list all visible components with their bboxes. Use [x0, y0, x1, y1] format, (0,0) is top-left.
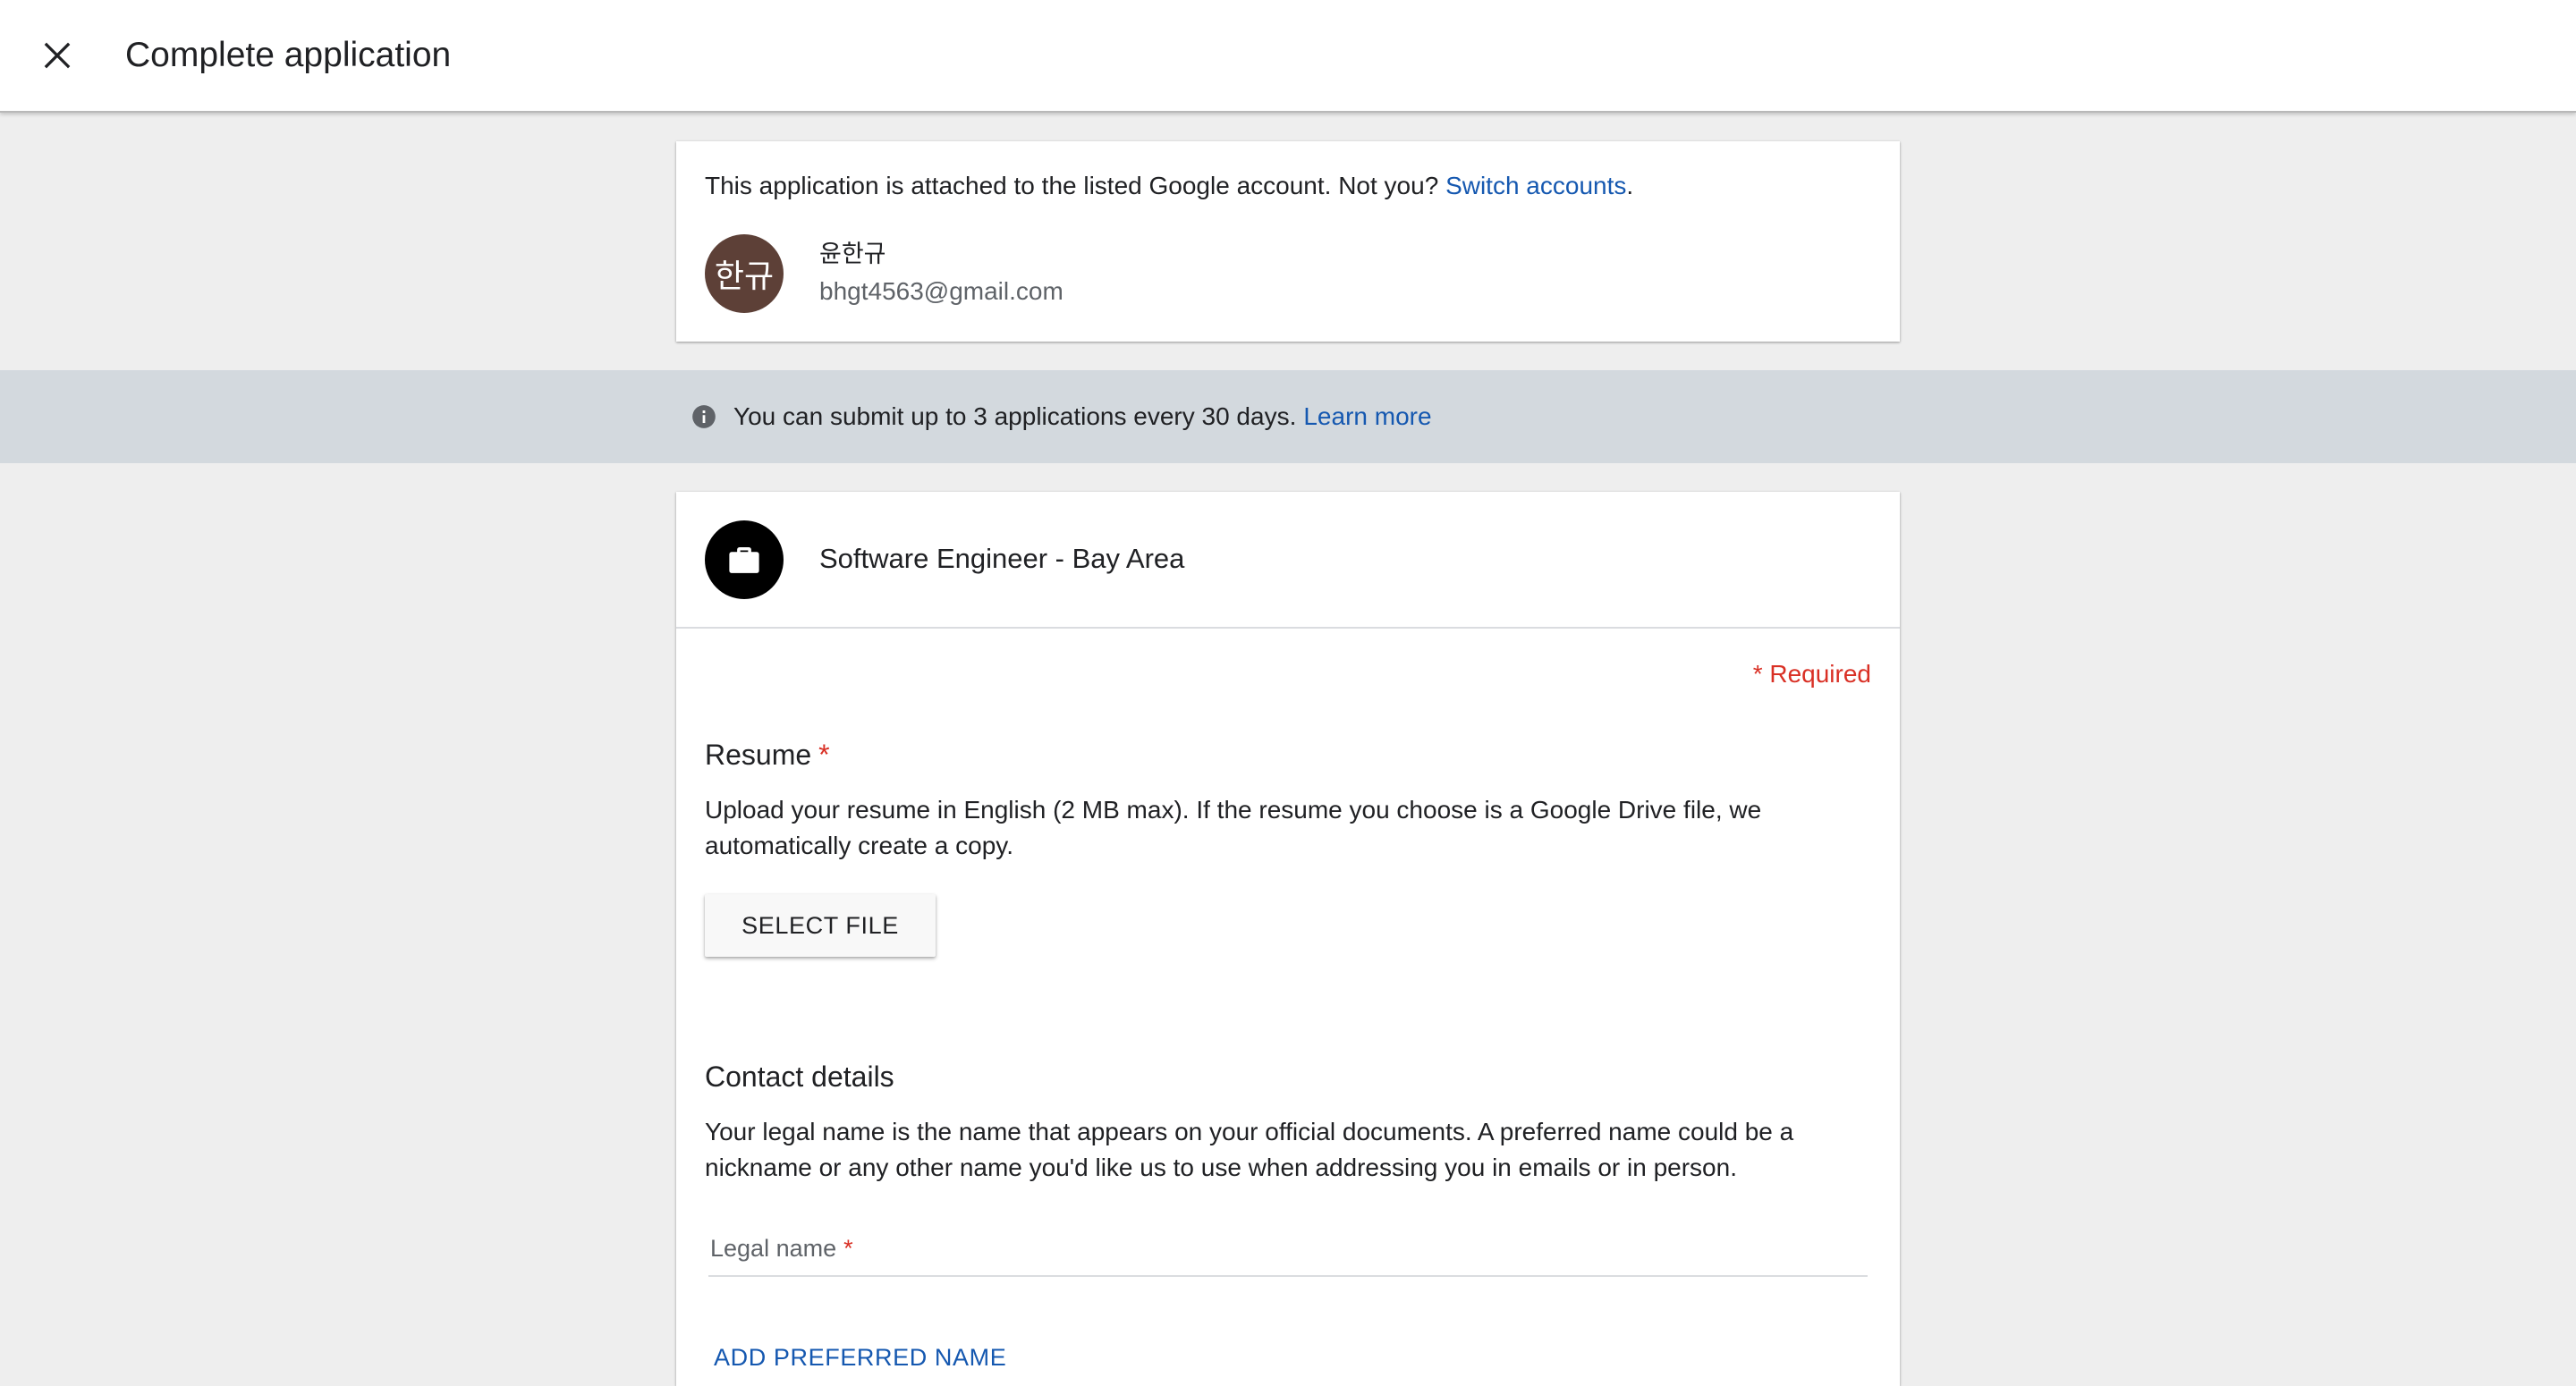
- switch-accounts-link[interactable]: Switch accounts: [1445, 172, 1626, 199]
- legal-name-field[interactable]: Legal name *: [708, 1225, 1868, 1277]
- add-preferred-name-button[interactable]: ADD PREFERRED NAME: [714, 1341, 1006, 1373]
- legal-name-input[interactable]: [708, 1225, 1868, 1275]
- top-app-bar: Complete application: [0, 0, 2576, 113]
- job-icon-circle: [705, 520, 784, 599]
- job-title: Software Engineer - Bay Area: [819, 543, 1185, 574]
- resume-section-title: Resume *: [705, 737, 830, 773]
- close-button[interactable]: [27, 25, 88, 86]
- application-card: Software Engineer - Bay Area * Required …: [676, 492, 1900, 1386]
- account-message-period: .: [1626, 172, 1634, 199]
- required-note: * Required: [1752, 660, 1871, 688]
- contact-section-title: Contact details: [705, 1061, 894, 1093]
- select-file-button[interactable]: SELECT FILE: [705, 894, 936, 957]
- account-message-text: This application is attached to the list…: [705, 172, 1446, 199]
- account-card: This application is attached to the list…: [676, 141, 1900, 342]
- account-email: bhgt4563@gmail.com: [819, 277, 1063, 305]
- resume-description: Upload your resume in English (2 MB max)…: [705, 796, 1762, 859]
- account-message: This application is attached to the list…: [705, 170, 1633, 202]
- learn-more-link[interactable]: Learn more: [1303, 401, 1431, 433]
- close-icon: [44, 42, 71, 69]
- resume-title-text: Resume: [705, 739, 812, 771]
- info-message: You can submit up to 3 applications ever…: [733, 402, 1297, 430]
- page-title: Complete application: [125, 36, 452, 74]
- info-icon: [691, 403, 717, 430]
- contact-description: Your legal name is the name that appears…: [705, 1118, 1794, 1181]
- avatar: 한규: [705, 234, 784, 313]
- required-star: *: [818, 739, 830, 771]
- info-banner-content: You can submit up to 3 applications ever…: [691, 401, 1432, 433]
- info-banner: You can submit up to 3 applications ever…: [0, 370, 2576, 463]
- account-name: 윤한규: [819, 241, 886, 267]
- briefcase-icon: [729, 547, 759, 573]
- job-header: Software Engineer - Bay Area: [676, 492, 1900, 629]
